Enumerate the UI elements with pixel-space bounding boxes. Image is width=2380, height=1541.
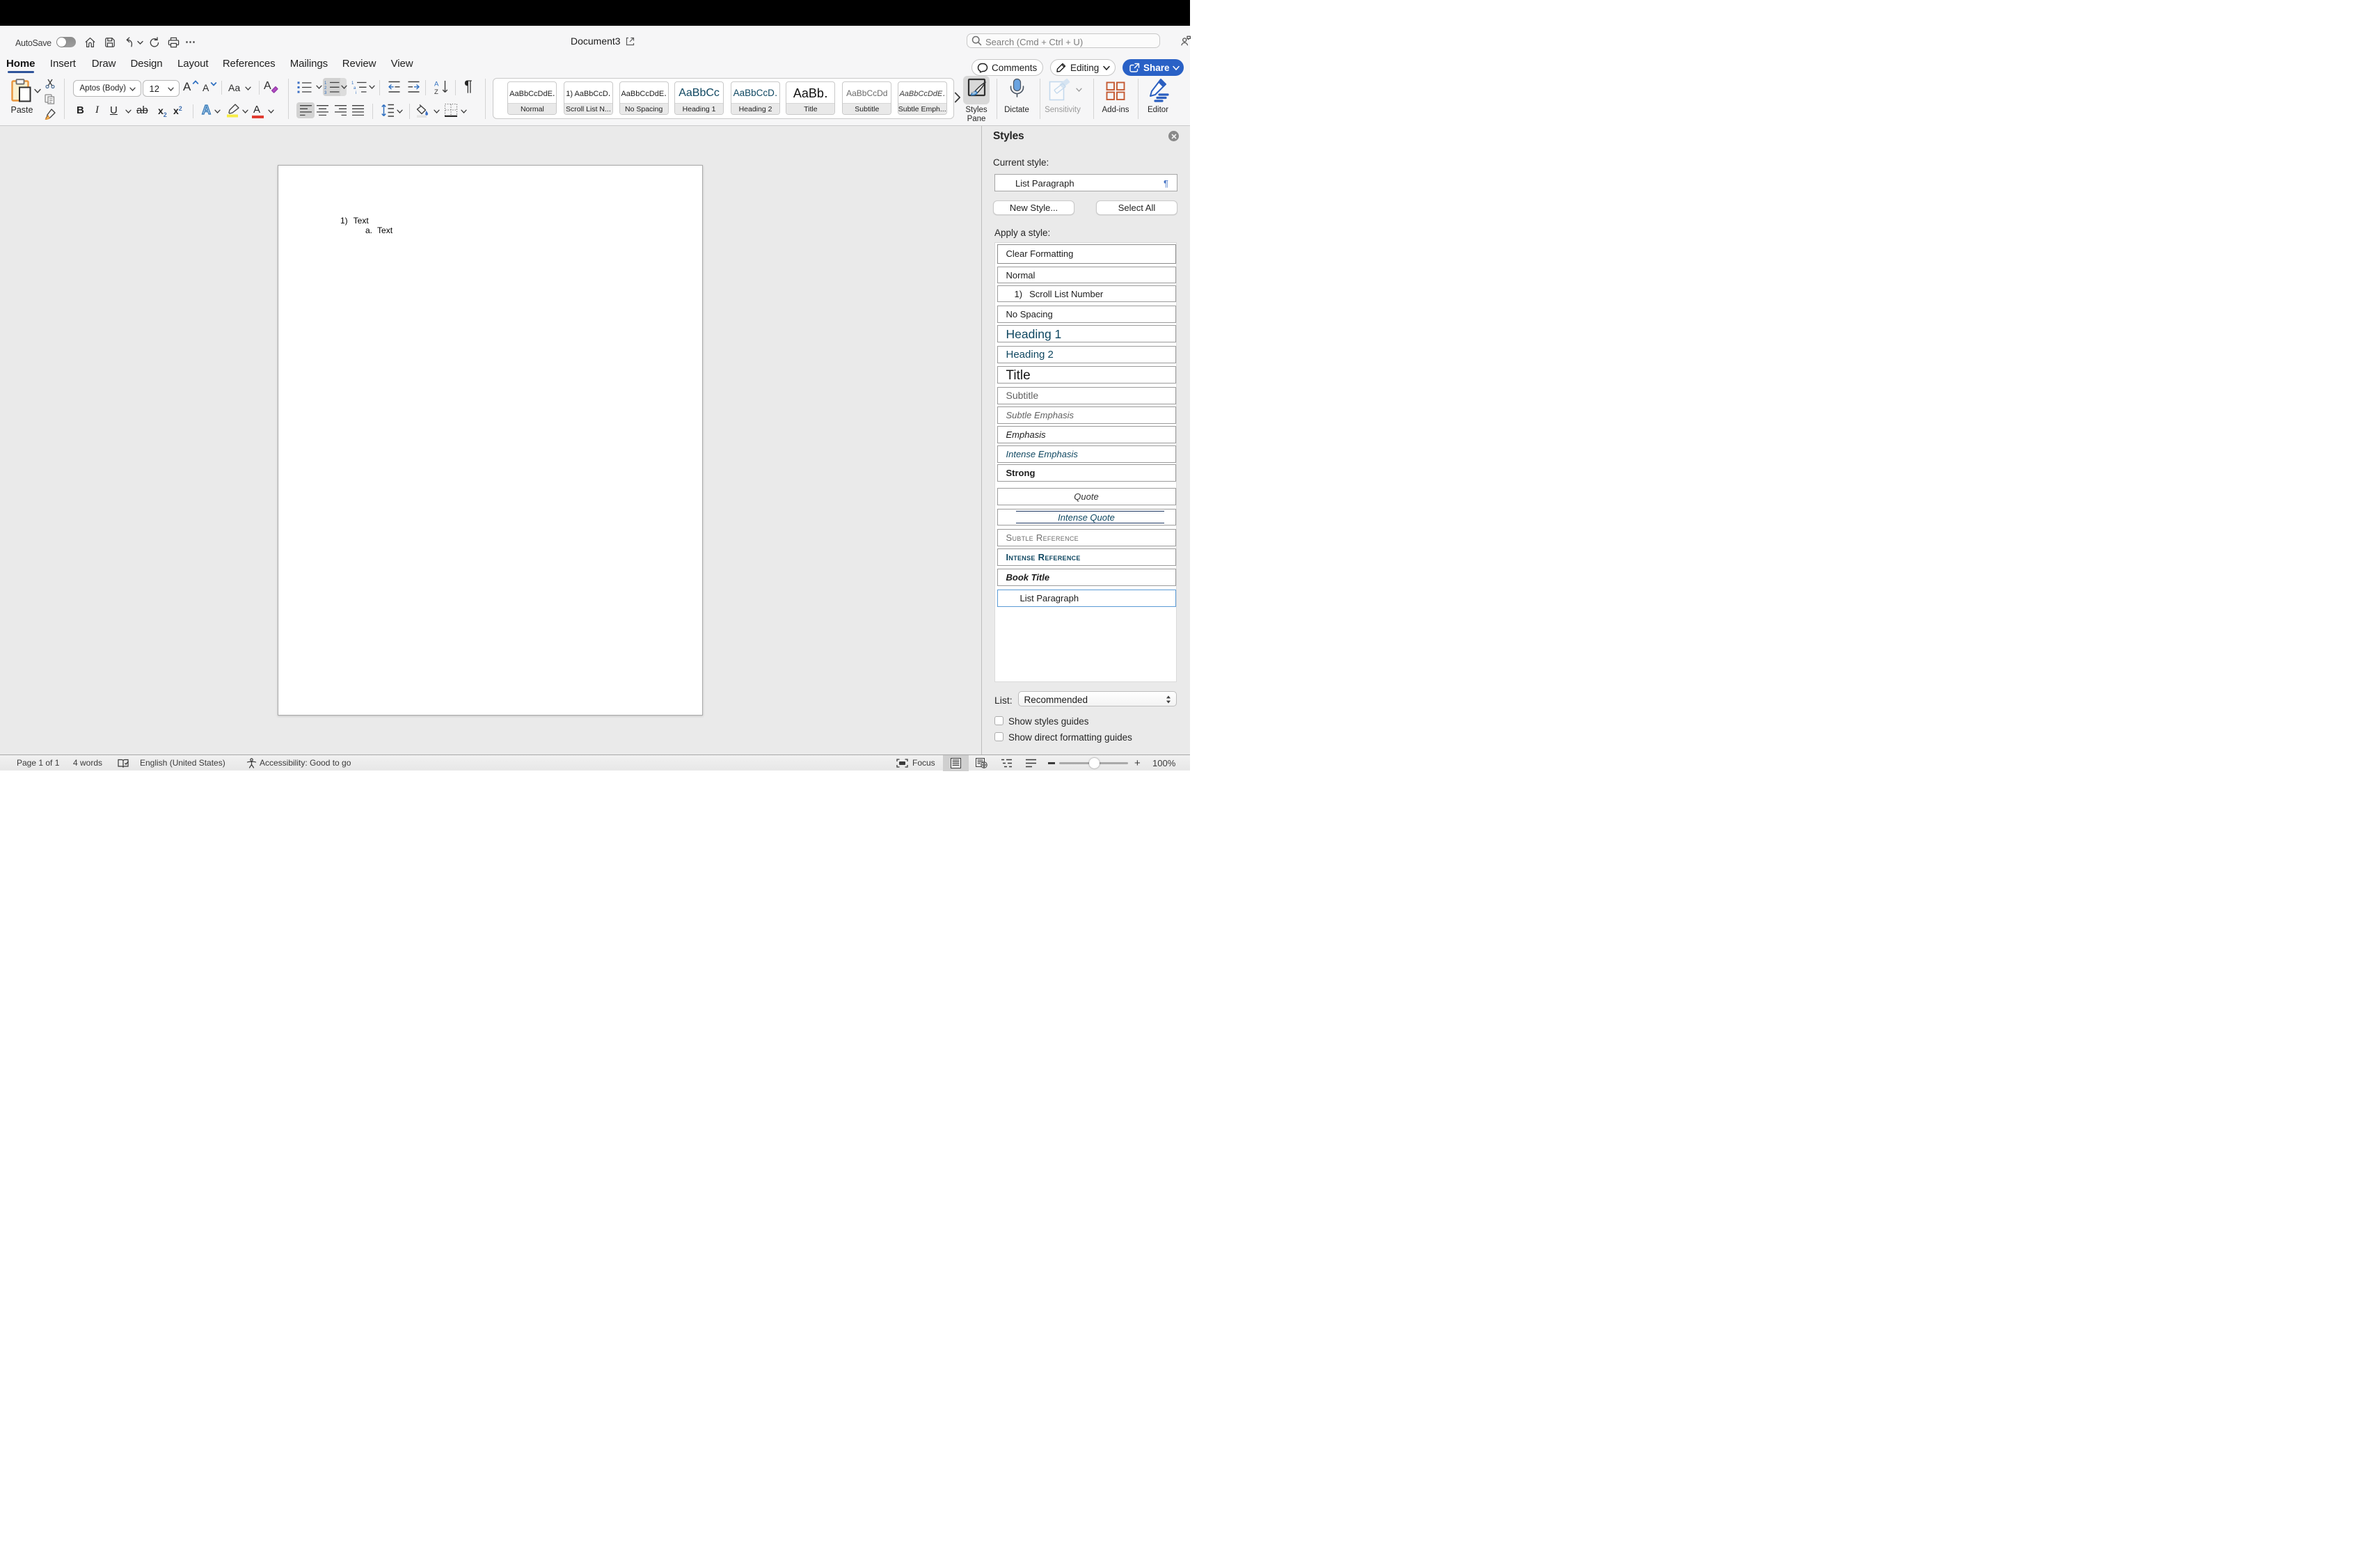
svg-text:a: a bbox=[354, 86, 356, 90]
svg-text:Z: Z bbox=[434, 88, 438, 95]
svg-text:1: 1 bbox=[351, 81, 354, 86]
svg-text:A: A bbox=[434, 81, 439, 88]
svg-text:1: 1 bbox=[324, 81, 327, 86]
svg-text:2: 2 bbox=[324, 86, 327, 90]
svg-text:3: 3 bbox=[324, 91, 327, 94]
